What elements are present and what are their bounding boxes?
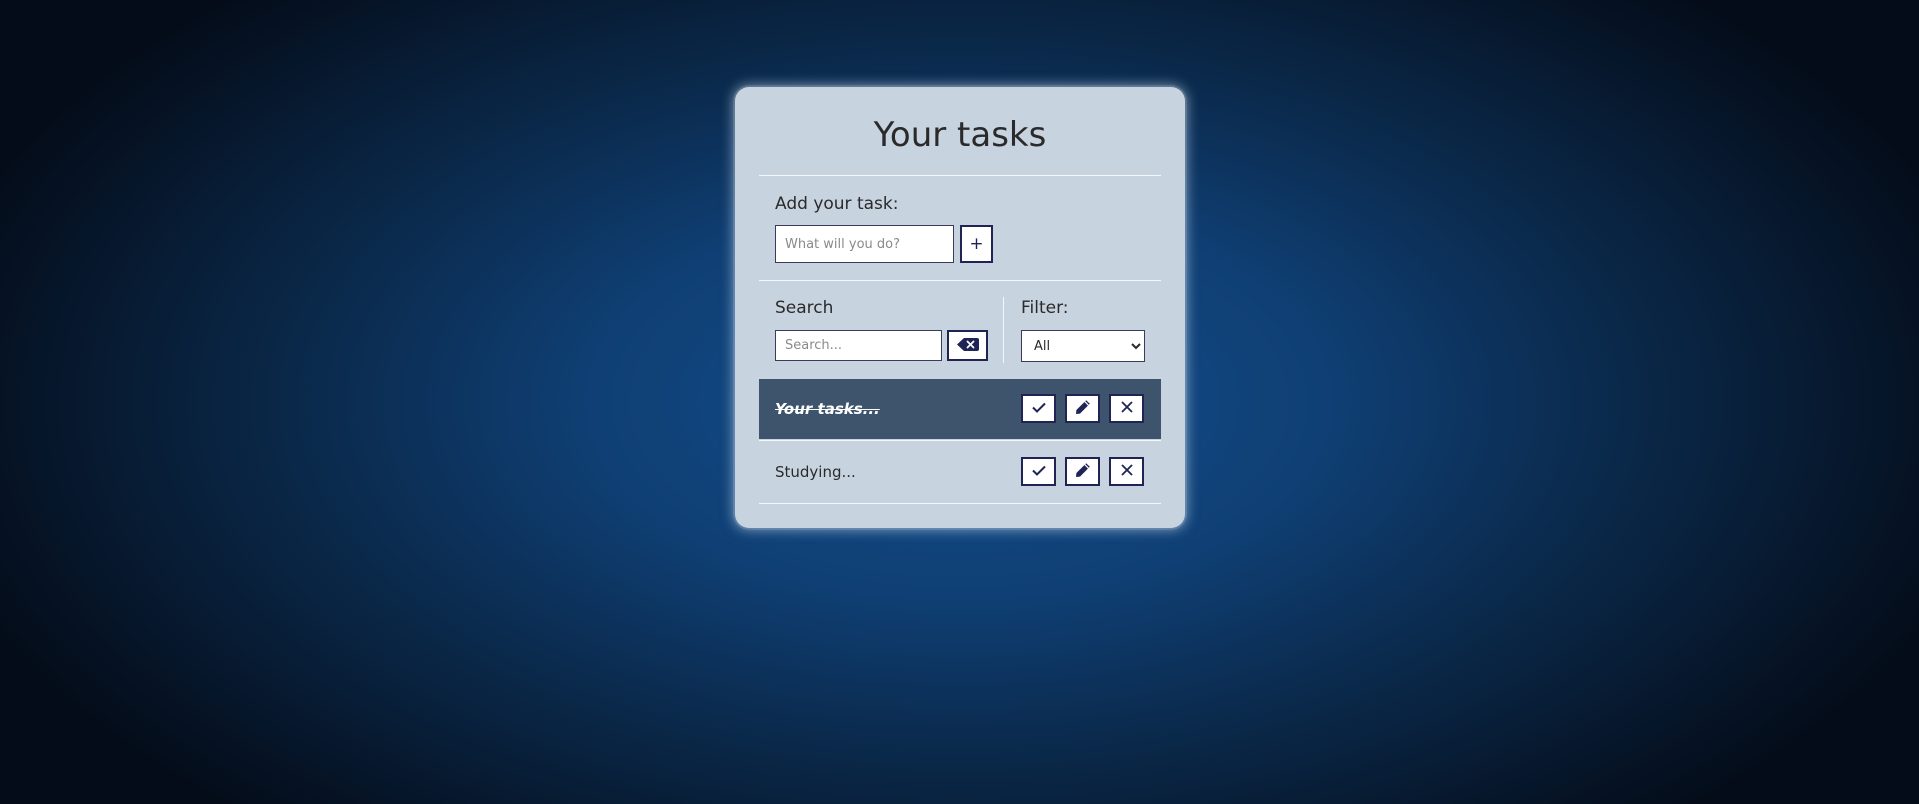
edit-task-button[interactable] [1065, 394, 1100, 423]
filter-label: Filter: [1021, 298, 1069, 318]
add-task-label: Add your task: [775, 194, 899, 214]
task-text: Studying... [775, 463, 856, 481]
pencil-icon [1075, 462, 1091, 481]
backspace-icon [956, 337, 979, 354]
search-label: Search [775, 298, 834, 318]
task-row: Studying... [759, 442, 1161, 502]
check-icon [1031, 464, 1046, 479]
clear-search-button[interactable] [947, 330, 988, 361]
add-task-button-label: + [969, 234, 984, 254]
divider [759, 440, 1161, 441]
divider [759, 503, 1161, 504]
add-task-button[interactable]: + [960, 225, 993, 263]
delete-task-button[interactable] [1109, 394, 1144, 423]
divider [759, 175, 1161, 176]
complete-task-button[interactable] [1021, 457, 1056, 486]
filter-select[interactable]: All [1021, 330, 1145, 362]
edit-task-button[interactable] [1065, 457, 1100, 486]
complete-task-button[interactable] [1021, 394, 1056, 423]
divider [759, 280, 1161, 281]
task-text: Your tasks... [775, 400, 880, 418]
page-title: Your tasks [873, 115, 1047, 155]
pencil-icon [1075, 399, 1091, 418]
check-icon [1031, 401, 1046, 416]
section-divider [1003, 297, 1004, 363]
delete-task-button[interactable] [1109, 457, 1144, 486]
task-row: Your tasks... [759, 379, 1161, 439]
add-task-input[interactable] [775, 225, 954, 263]
close-icon [1120, 401, 1133, 416]
close-icon [1120, 464, 1133, 479]
todo-card: Your tasks Add your task: + Search Filte… [735, 87, 1185, 528]
search-input[interactable] [775, 330, 942, 361]
